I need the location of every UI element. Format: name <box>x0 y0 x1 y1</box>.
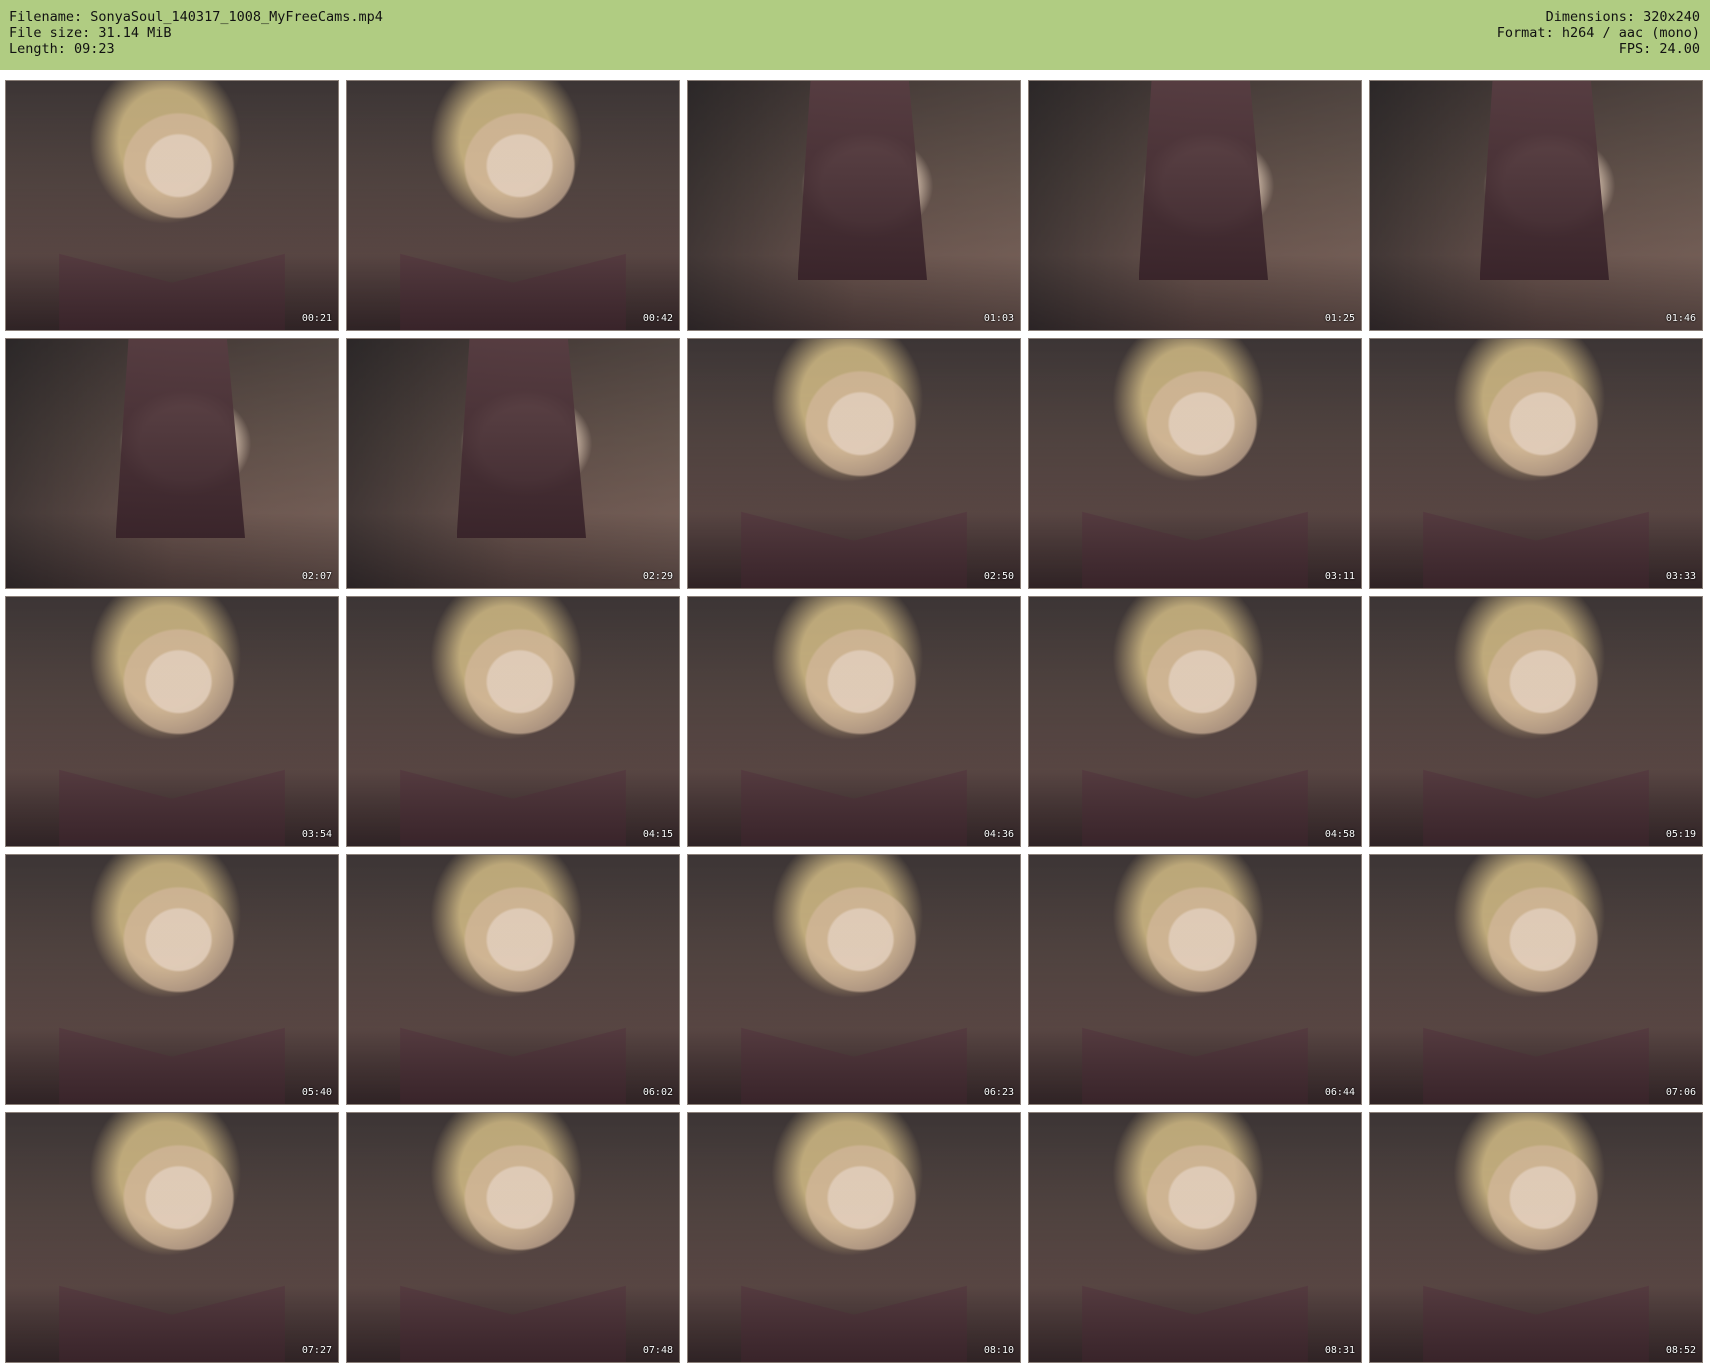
timestamp-label: 01:46 <box>1665 313 1696 324</box>
thumbnail-06: 02:07 <box>5 338 339 589</box>
thumbnail-20: 07:06 <box>1369 854 1703 1105</box>
thumbnail-25: 08:52 <box>1369 1112 1703 1363</box>
thumbnail-10: 03:33 <box>1369 338 1703 589</box>
timestamp-label: 04:15 <box>642 829 673 840</box>
thumbnail-09: 03:11 <box>1028 338 1362 589</box>
timestamp-label: 03:54 <box>301 829 332 840</box>
timestamp-label: 05:40 <box>301 1087 332 1098</box>
timestamp-label: 04:36 <box>983 829 1014 840</box>
timestamp-label: 06:44 <box>1324 1087 1355 1098</box>
thumbnail-03: 01:03 <box>687 80 1021 331</box>
timestamp-label: 07:48 <box>642 1345 673 1356</box>
timestamp-label: 03:33 <box>1665 571 1696 582</box>
thumbnail-12: 04:15 <box>346 596 680 847</box>
timestamp-label: 05:19 <box>1665 829 1696 840</box>
thumbnail-18: 06:23 <box>687 854 1021 1105</box>
thumbnail-01: 00:21 <box>5 80 339 331</box>
timestamp-label: 00:42 <box>642 313 673 324</box>
thumbnail-15: 05:19 <box>1369 596 1703 847</box>
thumbnail-04: 01:25 <box>1028 80 1362 331</box>
timestamp-label: 08:52 <box>1665 1345 1696 1356</box>
thumbnail-05: 01:46 <box>1369 80 1703 331</box>
thumbnail-02: 00:42 <box>346 80 680 331</box>
thumbnail-13: 04:36 <box>687 596 1021 847</box>
timestamp-label: 02:29 <box>642 571 673 582</box>
timestamp-label: 01:03 <box>983 313 1014 324</box>
timestamp-label: 06:23 <box>983 1087 1014 1098</box>
timestamp-label: 01:25 <box>1324 313 1355 324</box>
thumbnail-16: 05:40 <box>5 854 339 1105</box>
timestamp-label: 07:06 <box>1665 1087 1696 1098</box>
thumbnail-23: 08:10 <box>687 1112 1021 1363</box>
timestamp-label: 02:07 <box>301 571 332 582</box>
thumbnail-grid: 00:21 00:42 01:03 01:25 01:46 02:07 02:2… <box>0 0 1710 1370</box>
thumbnail-11: 03:54 <box>5 596 339 847</box>
timestamp-label: 06:02 <box>642 1087 673 1098</box>
timestamp-label: 00:21 <box>301 313 332 324</box>
thumbnail-22: 07:48 <box>346 1112 680 1363</box>
thumbnail-21: 07:27 <box>5 1112 339 1363</box>
thumbnail-14: 04:58 <box>1028 596 1362 847</box>
timestamp-label: 04:58 <box>1324 829 1355 840</box>
thumbnail-17: 06:02 <box>346 854 680 1105</box>
thumbnail-19: 06:44 <box>1028 854 1362 1105</box>
timestamp-label: 07:27 <box>301 1345 332 1356</box>
thumbnail-08: 02:50 <box>687 338 1021 589</box>
thumbnail-07: 02:29 <box>346 338 680 589</box>
timestamp-label: 03:11 <box>1324 571 1355 582</box>
thumbnail-24: 08:31 <box>1028 1112 1362 1363</box>
timestamp-label: 08:31 <box>1324 1345 1355 1356</box>
timestamp-label: 08:10 <box>983 1345 1014 1356</box>
timestamp-label: 02:50 <box>983 571 1014 582</box>
